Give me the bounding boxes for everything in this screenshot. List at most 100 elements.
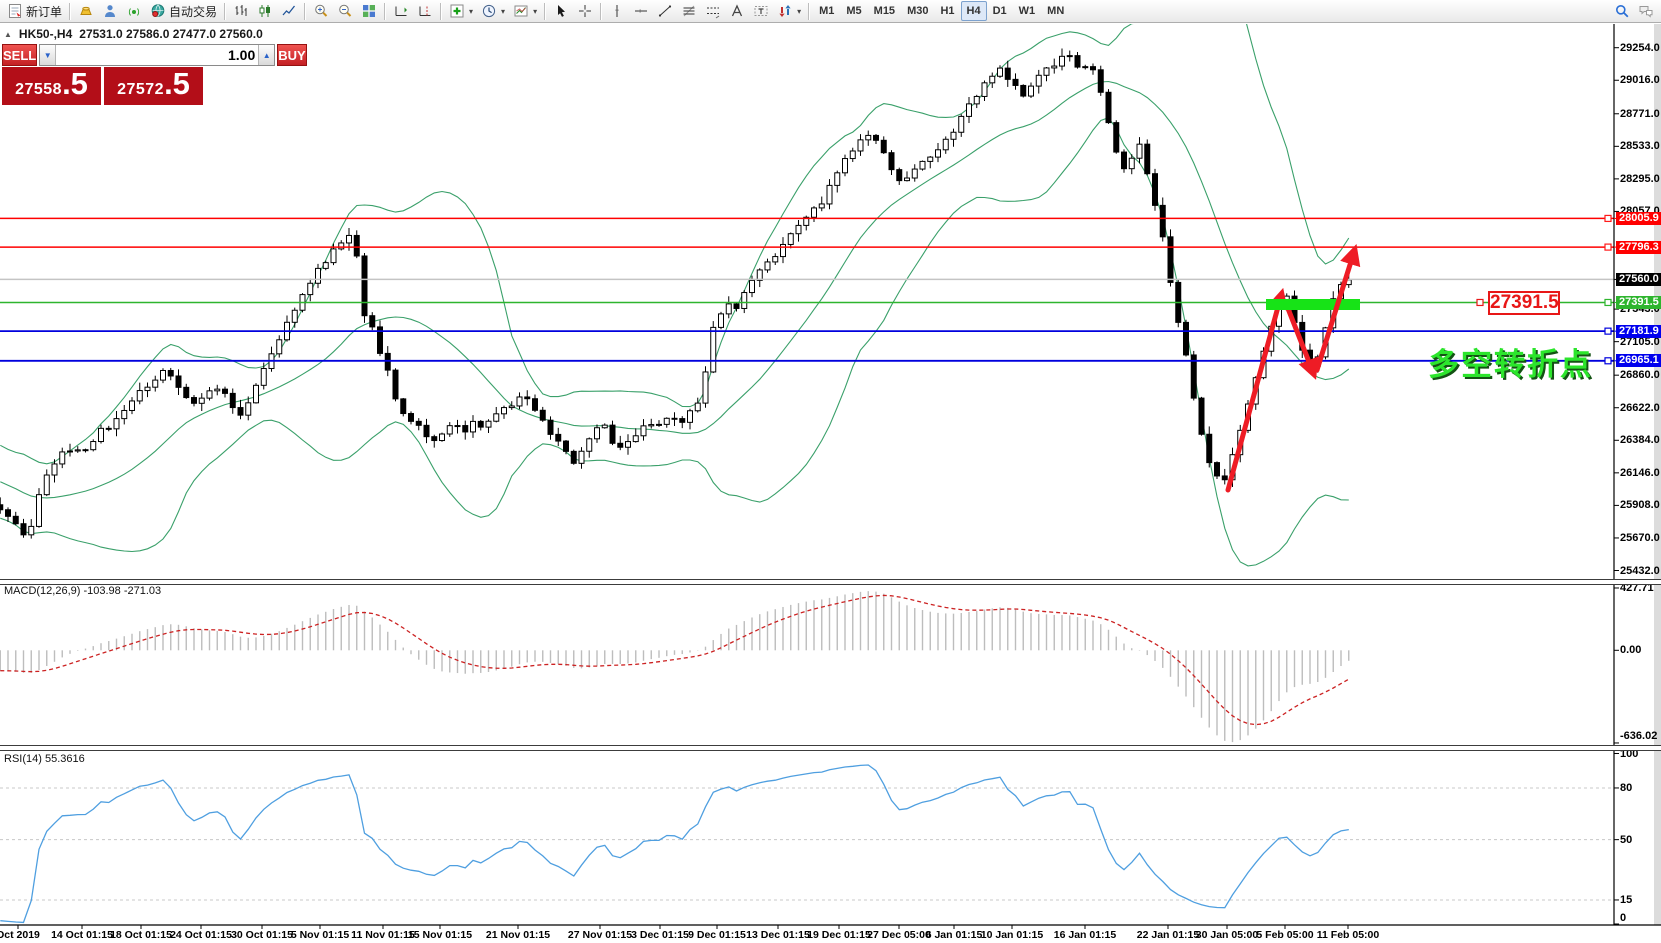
price-annotation-box[interactable]: 27391.5 <box>1488 291 1560 315</box>
zoom-out-button[interactable] <box>333 0 357 22</box>
toolbar-separator <box>224 3 226 20</box>
cursor-button[interactable] <box>549 0 573 22</box>
chat-button[interactable] <box>1634 0 1658 22</box>
toolbar-separator <box>304 3 306 20</box>
price-line-label: 28005.9 <box>1616 212 1661 225</box>
price-tick-label: 28771.0 <box>1620 108 1660 120</box>
new-order-button[interactable]: 新订单 <box>3 0 66 22</box>
date-label: 5 Nov 01:15 <box>291 929 349 941</box>
tile-windows-button[interactable] <box>357 0 381 22</box>
price-line-label: 27796.3 <box>1616 241 1661 254</box>
toolbar-separator <box>384 3 386 20</box>
shapes-button[interactable]: ▾ <box>773 0 805 22</box>
tf-h4[interactable]: H4 <box>961 1 987 21</box>
toolbar-separator <box>600 3 602 20</box>
templates-button[interactable]: ▾ <box>509 0 541 22</box>
pane-splitter-macd[interactable] <box>0 579 1661 585</box>
deposit-button[interactable] <box>74 0 98 22</box>
toolbar-separator <box>544 3 546 20</box>
auto-scroll-button[interactable] <box>389 0 413 22</box>
chevron-down-icon: ▾ <box>469 7 473 16</box>
search-icon <box>1614 3 1630 19</box>
tf-m15-label: M15 <box>874 5 895 17</box>
candle-chart-button[interactable] <box>253 0 277 22</box>
price-tick-label: 25670.0 <box>1620 532 1660 544</box>
channel-button[interactable] <box>701 0 725 22</box>
chart-shift-button[interactable] <box>413 0 437 22</box>
add-indicator-icon <box>449 3 465 19</box>
zoom-in-button[interactable] <box>309 0 333 22</box>
text-button[interactable] <box>725 0 749 22</box>
bar-chart-icon <box>233 3 249 19</box>
clock-icon <box>481 3 497 19</box>
periods-button[interactable]: ▾ <box>477 0 509 22</box>
volume-up-button[interactable]: ▲ <box>258 45 274 65</box>
trendline-button[interactable] <box>653 0 677 22</box>
date-label: 21 Nov 01:15 <box>486 929 550 941</box>
signals-button[interactable] <box>122 0 146 22</box>
tf-w1[interactable]: W1 <box>1013 1 1042 21</box>
volume-input[interactable] <box>56 45 258 65</box>
gold-icon <box>78 3 94 19</box>
label-button[interactable] <box>749 0 773 22</box>
sell-button[interactable]: SELL <box>2 44 37 66</box>
tf-d1-label: D1 <box>993 5 1007 17</box>
vline-icon <box>609 3 625 19</box>
date-label: 27 Nov 01:15 <box>568 929 632 941</box>
tf-m1-label: M1 <box>819 5 834 17</box>
turning-point-note[interactable]: 多空转折点 <box>1428 339 1593 384</box>
chart-canvas[interactable] <box>0 0 1661 943</box>
vertical-line-button[interactable] <box>605 0 629 22</box>
tf-m15[interactable]: M15 <box>868 1 901 21</box>
tf-d1[interactable]: D1 <box>987 1 1013 21</box>
symbol-period-label: HK50-,H4 <box>19 27 72 41</box>
hline-icon <box>633 3 649 19</box>
search-button[interactable] <box>1610 0 1634 22</box>
price-tick-label: 26860.0 <box>1620 369 1660 381</box>
volume-stepper: ▼ ▲ <box>39 44 275 66</box>
price-tick-label: 26622.0 <box>1620 402 1660 414</box>
tf-m30-label: M30 <box>907 5 928 17</box>
crosshair-button[interactable] <box>573 0 597 22</box>
tf-m30[interactable]: M30 <box>901 1 934 21</box>
template-icon <box>513 3 529 19</box>
volume-down-button[interactable]: ▼ <box>40 45 56 65</box>
one-click-trading-panel: SELL ▼ ▲ BUY 27558 .5 27572 .5 <box>2 44 203 105</box>
line-chart-button[interactable] <box>277 0 301 22</box>
sell-price-pip: .5 <box>62 70 88 98</box>
sell-price-display[interactable]: 27558 .5 <box>2 67 101 105</box>
bar-chart-button[interactable] <box>229 0 253 22</box>
date-label: 11 Feb 05:00 <box>1317 929 1379 941</box>
tf-mn[interactable]: MN <box>1041 1 1070 21</box>
toolbar-separator <box>440 3 442 20</box>
date-label: 15 Nov 01:15 <box>408 929 472 941</box>
sell-price-main: 27558 <box>15 81 62 99</box>
date-label: 14 Oct 01:15 <box>51 929 113 941</box>
chevron-down-icon: ▾ <box>797 7 801 16</box>
pane-splitter-rsi[interactable] <box>0 745 1661 751</box>
date-label: 3 Dec 01:15 <box>631 929 689 941</box>
rsi-tick-label: 0 <box>1620 912 1626 924</box>
date-label: 30 Oct 01:15 <box>231 929 293 941</box>
buy-price-main: 27572 <box>117 81 164 99</box>
new-order-icon <box>7 3 23 19</box>
fibonacci-button[interactable] <box>677 0 701 22</box>
date-label: 27 Dec 05:00 <box>867 929 931 941</box>
date-label: 22 Jan 01:15 <box>1137 929 1199 941</box>
horizontal-line-button[interactable] <box>629 0 653 22</box>
fibo-icon <box>681 3 697 19</box>
buy-price-display[interactable]: 27572 .5 <box>104 67 203 105</box>
tf-m1[interactable]: M1 <box>813 1 840 21</box>
tf-h1[interactable]: H1 <box>934 1 960 21</box>
price-tick-label: 29016.0 <box>1620 74 1660 86</box>
tf-m5[interactable]: M5 <box>840 1 867 21</box>
collapse-panel-icon[interactable]: ▲ <box>4 30 12 39</box>
buy-button[interactable]: BUY <box>277 44 306 66</box>
tf-mn-label: MN <box>1047 5 1064 17</box>
indicators-button[interactable]: ▾ <box>445 0 477 22</box>
rsi-indicator-label: RSI(14) 55.3616 <box>4 753 85 765</box>
auto-trading-button[interactable]: 自动交易 <box>146 0 221 22</box>
community-button[interactable] <box>98 0 122 22</box>
cursor-icon <box>553 3 569 19</box>
toolbar: 新订单自动交易▾▾▾▾M1M5M15M30H1H4D1W1MN <box>0 0 1661 23</box>
